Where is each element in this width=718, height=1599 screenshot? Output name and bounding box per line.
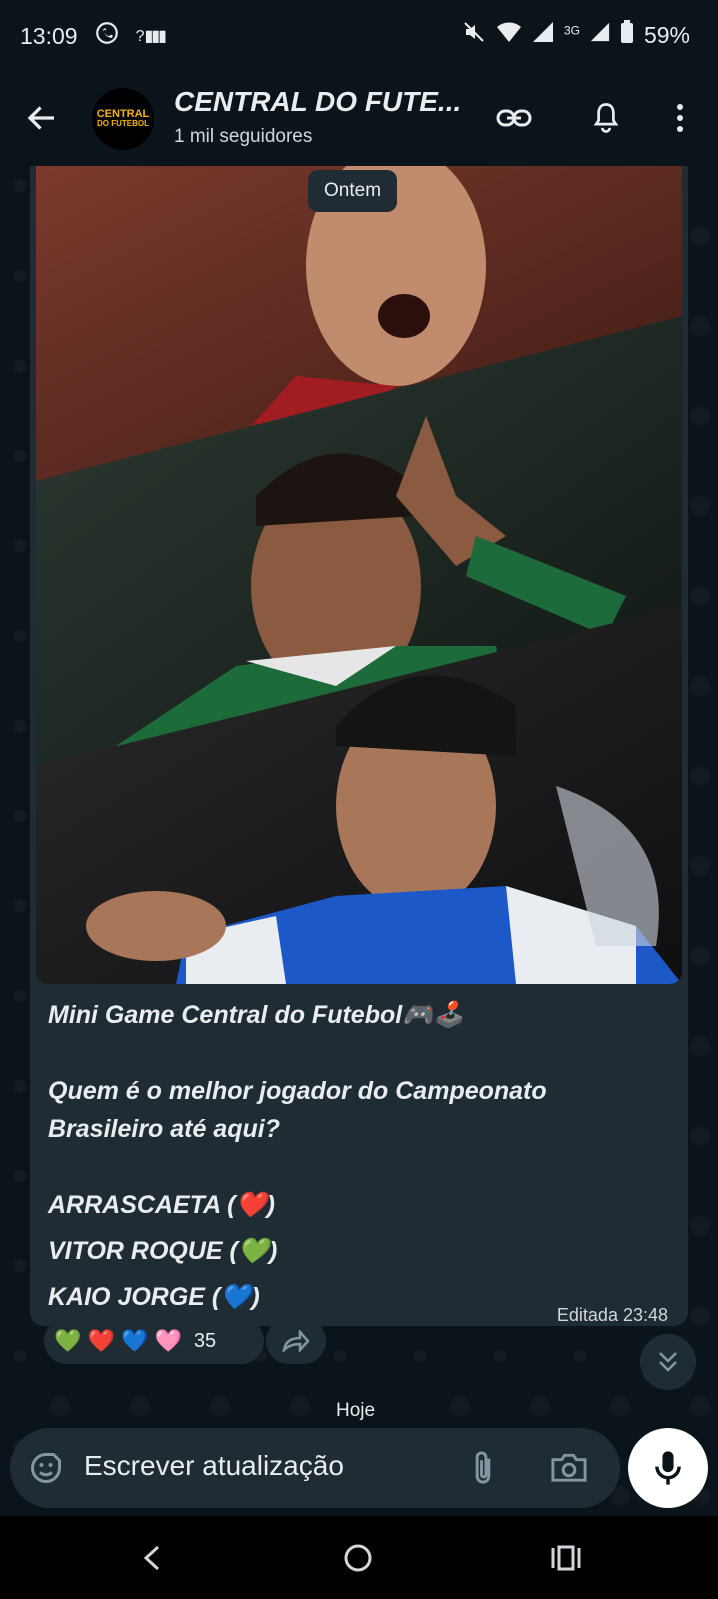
- double-chevron-down-icon: [659, 1352, 677, 1372]
- date-separator: Ontem: [308, 170, 398, 212]
- nav-recents-button[interactable]: [546, 1538, 586, 1578]
- status-time: 13:09: [20, 22, 78, 49]
- channel-header: CENTRAL DO FUTEBOL CENTRAL DO FUTE... 1 …: [0, 70, 718, 166]
- back-button[interactable]: [24, 100, 60, 136]
- sticker-button[interactable]: [28, 1450, 64, 1491]
- date-separator-today: Hoje: [322, 1394, 390, 1428]
- message-title: Mini Game Central do Futebol🎮🕹️: [48, 1001, 465, 1029]
- signal-icon: [532, 21, 554, 49]
- nav-home-icon: [344, 1544, 372, 1572]
- channel-avatar[interactable]: CENTRAL DO FUTEBOL: [92, 88, 154, 150]
- players-collage-image: [36, 166, 682, 984]
- channel-title[interactable]: CENTRAL DO FUTE...: [174, 86, 461, 118]
- battery-icon: [620, 20, 634, 50]
- camera-button[interactable]: [550, 1450, 588, 1489]
- signal-question-icon: ?▮▮▮: [135, 28, 167, 45]
- microphone-icon: [655, 1451, 681, 1485]
- scroll-down-button[interactable]: [640, 1334, 696, 1390]
- reaction-emojis: 💚 ❤️ 💙 🩷: [54, 1328, 182, 1353]
- more-vertical-icon: [677, 104, 683, 132]
- chat-area[interactable]: Mini Game Central do Futebol🎮🕹️ Quem é o…: [0, 166, 718, 1516]
- message-question: Quem é o melhor jogador do Campeonato Br…: [48, 1077, 547, 1143]
- signal-icon-2: [590, 21, 610, 49]
- poll-option-1: ARRASCAETA (❤️): [48, 1191, 275, 1219]
- attach-button[interactable]: [468, 1450, 498, 1493]
- voice-record-button[interactable]: [628, 1428, 708, 1508]
- system-navigation-bar: [0, 1516, 718, 1599]
- message-timestamp: Editada 23:48: [556, 1305, 668, 1325]
- channel-followers: 1 mil seguidores: [174, 126, 313, 147]
- reaction-count: 35: [193, 1329, 217, 1352]
- link-button[interactable]: [494, 100, 534, 136]
- update-composer[interactable]: Escrever atualização: [10, 1428, 620, 1508]
- forward-button[interactable]: [266, 1318, 326, 1364]
- paperclip-icon: [475, 1451, 491, 1484]
- message-image[interactable]: [36, 166, 682, 984]
- battery-percent: 59%: [643, 21, 690, 48]
- mute-icon: [462, 20, 486, 50]
- camera-icon: [551, 1453, 587, 1482]
- whatsapp-icon: [94, 20, 120, 52]
- network-type: 3G: [563, 22, 580, 37]
- message-reactions[interactable]: 💚 ❤️ 💙 🩷 35: [44, 1318, 264, 1364]
- status-bar: 13:09 ?▮▮▮ 3G 59%: [0, 0, 718, 70]
- nav-back-icon: [143, 1545, 160, 1571]
- nav-home-button[interactable]: [338, 1538, 378, 1578]
- bell-icon: [593, 103, 619, 133]
- forward-icon: [282, 1330, 310, 1352]
- notifications-button[interactable]: [586, 100, 626, 136]
- message-text: Mini Game Central do Futebol🎮🕹️ Quem é o…: [48, 996, 668, 1316]
- arrow-left-icon: [27, 106, 54, 130]
- link-icon: [496, 109, 532, 127]
- wifi-icon: [496, 21, 522, 49]
- composer-input[interactable]: Escrever atualização: [84, 1450, 344, 1482]
- channel-message[interactable]: Mini Game Central do Futebol🎮🕹️ Quem é o…: [30, 166, 688, 1326]
- nav-back-button[interactable]: [132, 1538, 172, 1578]
- poll-option-2: VITOR ROQUE (💚): [48, 1237, 278, 1265]
- sticker-icon: [30, 1453, 61, 1483]
- nav-recents-icon: [551, 1545, 581, 1571]
- more-options-button[interactable]: [660, 100, 700, 136]
